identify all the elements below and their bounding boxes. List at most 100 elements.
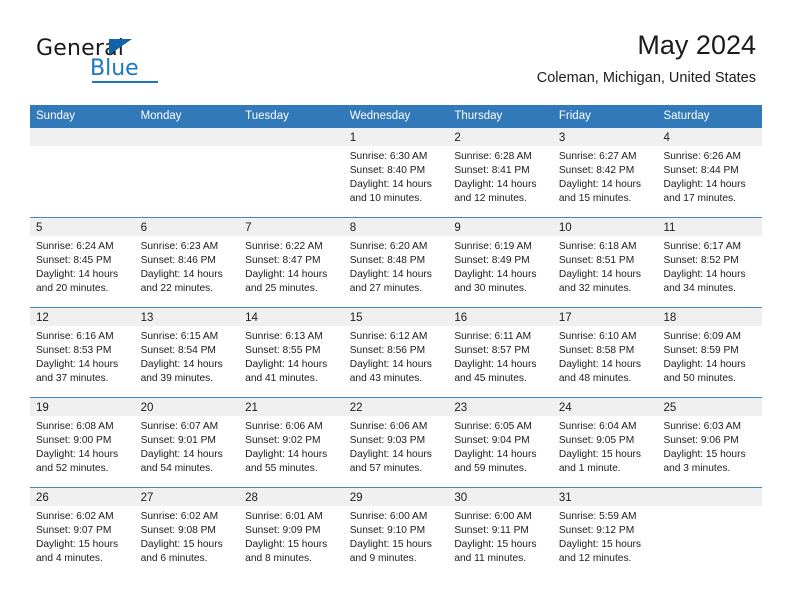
calendar-week-row: 12 Sunrise: 6:16 AM Sunset: 8:53 PM Dayligh… bbox=[30, 307, 763, 397]
daylight-text-line1: Daylight: 14 hours bbox=[558, 359, 642, 371]
calendar-day-cell[interactable]: 19 Sunrise: 6:08 AM Sunset: 9:00 PM Dayligh… bbox=[30, 398, 135, 487]
sunrise-text: Sunrise: 6:13 AM bbox=[245, 331, 323, 342]
calendar-day-cell[interactable]: 10 Sunrise: 6:18 AM Sunset: 8:51 PM Dayligh… bbox=[552, 218, 658, 307]
sunrise-text: Sunrise: 6:02 AM bbox=[36, 511, 114, 522]
calendar-day-cell[interactable]: 21 Sunrise: 6:06 AM Sunset: 9:02 PM Dayligh… bbox=[239, 398, 344, 487]
day-detail-body: Sunrise: 6:23 AM Sunset: 8:46 PM Daylight:… bbox=[135, 236, 240, 296]
daylight-text-line1: Daylight: 14 hours bbox=[663, 269, 746, 281]
day-number: 12 bbox=[36, 312, 49, 324]
day-number: 20 bbox=[140, 402, 154, 414]
day-number-strip: 23 bbox=[448, 398, 553, 416]
day-number: 7 bbox=[245, 222, 252, 234]
day-number: 2 bbox=[454, 132, 461, 144]
calendar-day-cell[interactable]: 28 Sunrise: 6:01 AM Sunset: 9:09 PM Dayligh… bbox=[239, 488, 344, 577]
calendar-day-cell[interactable]: 4 Sunrise: 6:26 AM Sunset: 8:44 PM Daylight… bbox=[657, 128, 763, 217]
calendar-day-cell[interactable]: 14 Sunrise: 6:13 AM Sunset: 8:55 PM Dayligh… bbox=[239, 308, 344, 397]
sunrise-text: Sunrise: 6:07 AM bbox=[140, 421, 219, 432]
sunrise-text: Sunrise: 6:19 AM bbox=[454, 241, 532, 252]
weekday-header-saturday: Saturday bbox=[663, 110, 710, 122]
weekday-header-row: Sunday Monday Tuesday Wednesday Thursday… bbox=[30, 105, 762, 128]
sunrise-text: Sunrise: 6:08 AM bbox=[36, 421, 114, 432]
sunrise-text: Sunrise: 6:16 AM bbox=[36, 331, 114, 342]
sunset-text: Sunset: 8:56 PM bbox=[349, 345, 426, 357]
calendar-day-cell[interactable]: 17 Sunrise: 6:10 AM Sunset: 8:58 PM Dayligh… bbox=[552, 308, 658, 397]
day-detail-body: Sunrise: 6:07 AM Sunset: 9:01 PM Daylight:… bbox=[135, 416, 240, 476]
calendar-day-cell[interactable]: 2 Sunrise: 6:28 AM Sunset: 8:41 PM Daylight… bbox=[448, 128, 553, 217]
day-detail-body bbox=[30, 146, 135, 150]
sunrise-text: Sunrise: 6:00 AM bbox=[349, 511, 428, 522]
day-detail-body: Sunrise: 6:00 AM Sunset: 9:11 PM Daylight:… bbox=[448, 506, 553, 566]
sunset-text: Sunset: 8:42 PM bbox=[558, 165, 635, 177]
day-number: 31 bbox=[558, 492, 572, 504]
day-number: 19 bbox=[36, 402, 49, 414]
day-number: 29 bbox=[349, 492, 363, 504]
day-detail-body: Sunrise: 6:19 AM Sunset: 8:49 PM Daylight:… bbox=[448, 236, 553, 296]
daylight-text-line1: Daylight: 14 hours bbox=[454, 449, 537, 461]
calendar-day-cell[interactable]: 6 Sunrise: 6:23 AM Sunset: 8:46 PM Daylight… bbox=[134, 218, 240, 307]
day-detail-body bbox=[657, 506, 762, 510]
page-title: May 2024 bbox=[637, 30, 756, 60]
day-number-strip: 17 bbox=[552, 308, 658, 326]
logo-text-blue: Blue bbox=[90, 56, 139, 81]
sunset-text: Sunset: 8:55 PM bbox=[245, 345, 321, 357]
calendar-week-row: 5 Sunrise: 6:24 AM Sunset: 8:45 PM Daylight… bbox=[30, 217, 763, 307]
day-detail-body: Sunrise: 6:16 AM Sunset: 8:53 PM Daylight:… bbox=[30, 326, 135, 386]
calendar-day-cell[interactable]: 12 Sunrise: 6:16 AM Sunset: 8:53 PM Dayligh… bbox=[30, 308, 135, 397]
sunrise-text: Sunrise: 6:22 AM bbox=[245, 241, 323, 252]
general-blue-logo[interactable]: General Blue bbox=[36, 36, 256, 92]
sunset-text: Sunset: 8:41 PM bbox=[454, 165, 530, 177]
calendar-day-cell[interactable]: 26 Sunrise: 6:02 AM Sunset: 9:07 PM Dayligh… bbox=[30, 488, 135, 577]
daylight-text-line1: Daylight: 14 hours bbox=[454, 269, 537, 281]
calendar-day-cell[interactable]: 15 Sunrise: 6:12 AM Sunset: 8:56 PM Dayligh… bbox=[343, 308, 449, 397]
sunset-text: Sunset: 9:02 PM bbox=[245, 435, 321, 447]
day-detail-body: Sunrise: 6:26 AM Sunset: 8:44 PM Daylight:… bbox=[657, 146, 762, 206]
sunset-text: Sunset: 8:44 PM bbox=[663, 165, 739, 177]
day-number: 16 bbox=[454, 312, 468, 324]
calendar-page: General Blue May 2024 Coleman, Michigan,… bbox=[0, 0, 792, 612]
daylight-text-line1: Daylight: 14 hours bbox=[140, 269, 223, 281]
daylight-text-line1: Daylight: 14 hours bbox=[349, 179, 432, 191]
daylight-text-line2: and 6 minutes. bbox=[140, 553, 208, 565]
daylight-text-line2: and 39 minutes. bbox=[140, 373, 214, 385]
calendar-day-cell[interactable]: 23 Sunrise: 6:05 AM Sunset: 9:04 PM Dayligh… bbox=[448, 398, 553, 487]
calendar-day-cell[interactable]: 25 Sunrise: 6:03 AM Sunset: 9:06 PM Dayligh… bbox=[657, 398, 763, 487]
day-detail-body: Sunrise: 6:09 AM Sunset: 8:59 PM Daylight:… bbox=[657, 326, 762, 386]
calendar-day-cell[interactable]: 22 Sunrise: 6:06 AM Sunset: 9:03 PM Dayligh… bbox=[343, 398, 449, 487]
day-detail-body bbox=[135, 146, 240, 150]
daylight-text-line1: Daylight: 15 hours bbox=[558, 539, 642, 551]
calendar-day-cell[interactable]: 31 Sunrise: 5:59 AM Sunset: 9:12 PM Dayligh… bbox=[552, 488, 658, 577]
sunset-text: Sunset: 8:45 PM bbox=[36, 255, 112, 267]
day-number-strip: 5 bbox=[30, 218, 135, 236]
calendar-day-cell[interactable]: 30 Sunrise: 6:00 AM Sunset: 9:11 PM Dayligh… bbox=[448, 488, 553, 577]
calendar-day-cell[interactable]: 8 Sunrise: 6:20 AM Sunset: 8:48 PM Daylight… bbox=[343, 218, 449, 307]
calendar-day-cell[interactable]: 13 Sunrise: 6:15 AM Sunset: 8:54 PM Dayligh… bbox=[134, 308, 240, 397]
sunset-text: Sunset: 9:12 PM bbox=[558, 525, 635, 537]
day-detail-body: Sunrise: 6:18 AM Sunset: 8:51 PM Daylight:… bbox=[553, 236, 658, 296]
daylight-text-line1: Daylight: 14 hours bbox=[349, 269, 432, 281]
sunrise-text: Sunrise: 6:28 AM bbox=[454, 151, 532, 162]
day-number-strip: 3 bbox=[552, 128, 658, 146]
sunrise-text: Sunrise: 6:01 AM bbox=[245, 511, 323, 522]
calendar-day-cell[interactable]: 29 Sunrise: 6:00 AM Sunset: 9:10 PM Dayligh… bbox=[343, 488, 449, 577]
day-detail-body: Sunrise: 6:12 AM Sunset: 8:56 PM Daylight:… bbox=[344, 326, 449, 386]
calendar-day-cell[interactable]: 1 Sunrise: 6:30 AM Sunset: 8:40 PM Daylight… bbox=[343, 128, 449, 217]
sunrise-text: Sunrise: 5:59 AM bbox=[558, 511, 637, 522]
calendar-day-cell[interactable]: 11 Sunrise: 6:17 AM Sunset: 8:52 PM Dayligh… bbox=[657, 218, 763, 307]
calendar-day-cell[interactable]: 7 Sunrise: 6:22 AM Sunset: 8:47 PM Daylight… bbox=[239, 218, 344, 307]
sunset-text: Sunset: 9:05 PM bbox=[558, 435, 635, 447]
calendar-day-cell[interactable]: 5 Sunrise: 6:24 AM Sunset: 8:45 PM Daylight… bbox=[30, 218, 135, 307]
calendar-day-cell[interactable]: 27 Sunrise: 6:02 AM Sunset: 9:08 PM Dayligh… bbox=[134, 488, 240, 577]
sunrise-text: Sunrise: 6:11 AM bbox=[454, 331, 532, 342]
sunrise-text: Sunrise: 6:15 AM bbox=[140, 331, 219, 342]
day-number-strip: 22 bbox=[343, 398, 449, 416]
calendar-day-cell[interactable]: 9 Sunrise: 6:19 AM Sunset: 8:49 PM Daylight… bbox=[448, 218, 553, 307]
day-number: 21 bbox=[245, 402, 258, 414]
daylight-text-line2: and 1 minute. bbox=[558, 463, 621, 475]
calendar-day-cell[interactable]: 24 Sunrise: 6:04 AM Sunset: 9:05 PM Dayligh… bbox=[552, 398, 658, 487]
calendar-day-cell[interactable]: 3 Sunrise: 6:27 AM Sunset: 8:42 PM Daylight… bbox=[552, 128, 658, 217]
calendar-day-cell[interactable]: 20 Sunrise: 6:07 AM Sunset: 9:01 PM Dayligh… bbox=[134, 398, 240, 487]
day-detail-body: Sunrise: 6:17 AM Sunset: 8:52 PM Daylight:… bbox=[657, 236, 762, 296]
calendar-day-cell[interactable]: 18 Sunrise: 6:09 AM Sunset: 8:59 PM Dayligh… bbox=[657, 308, 763, 397]
calendar-day-cell[interactable]: 16 Sunrise: 6:11 AM Sunset: 8:57 PM Dayligh… bbox=[448, 308, 553, 397]
day-number-strip: 18 bbox=[657, 308, 763, 326]
